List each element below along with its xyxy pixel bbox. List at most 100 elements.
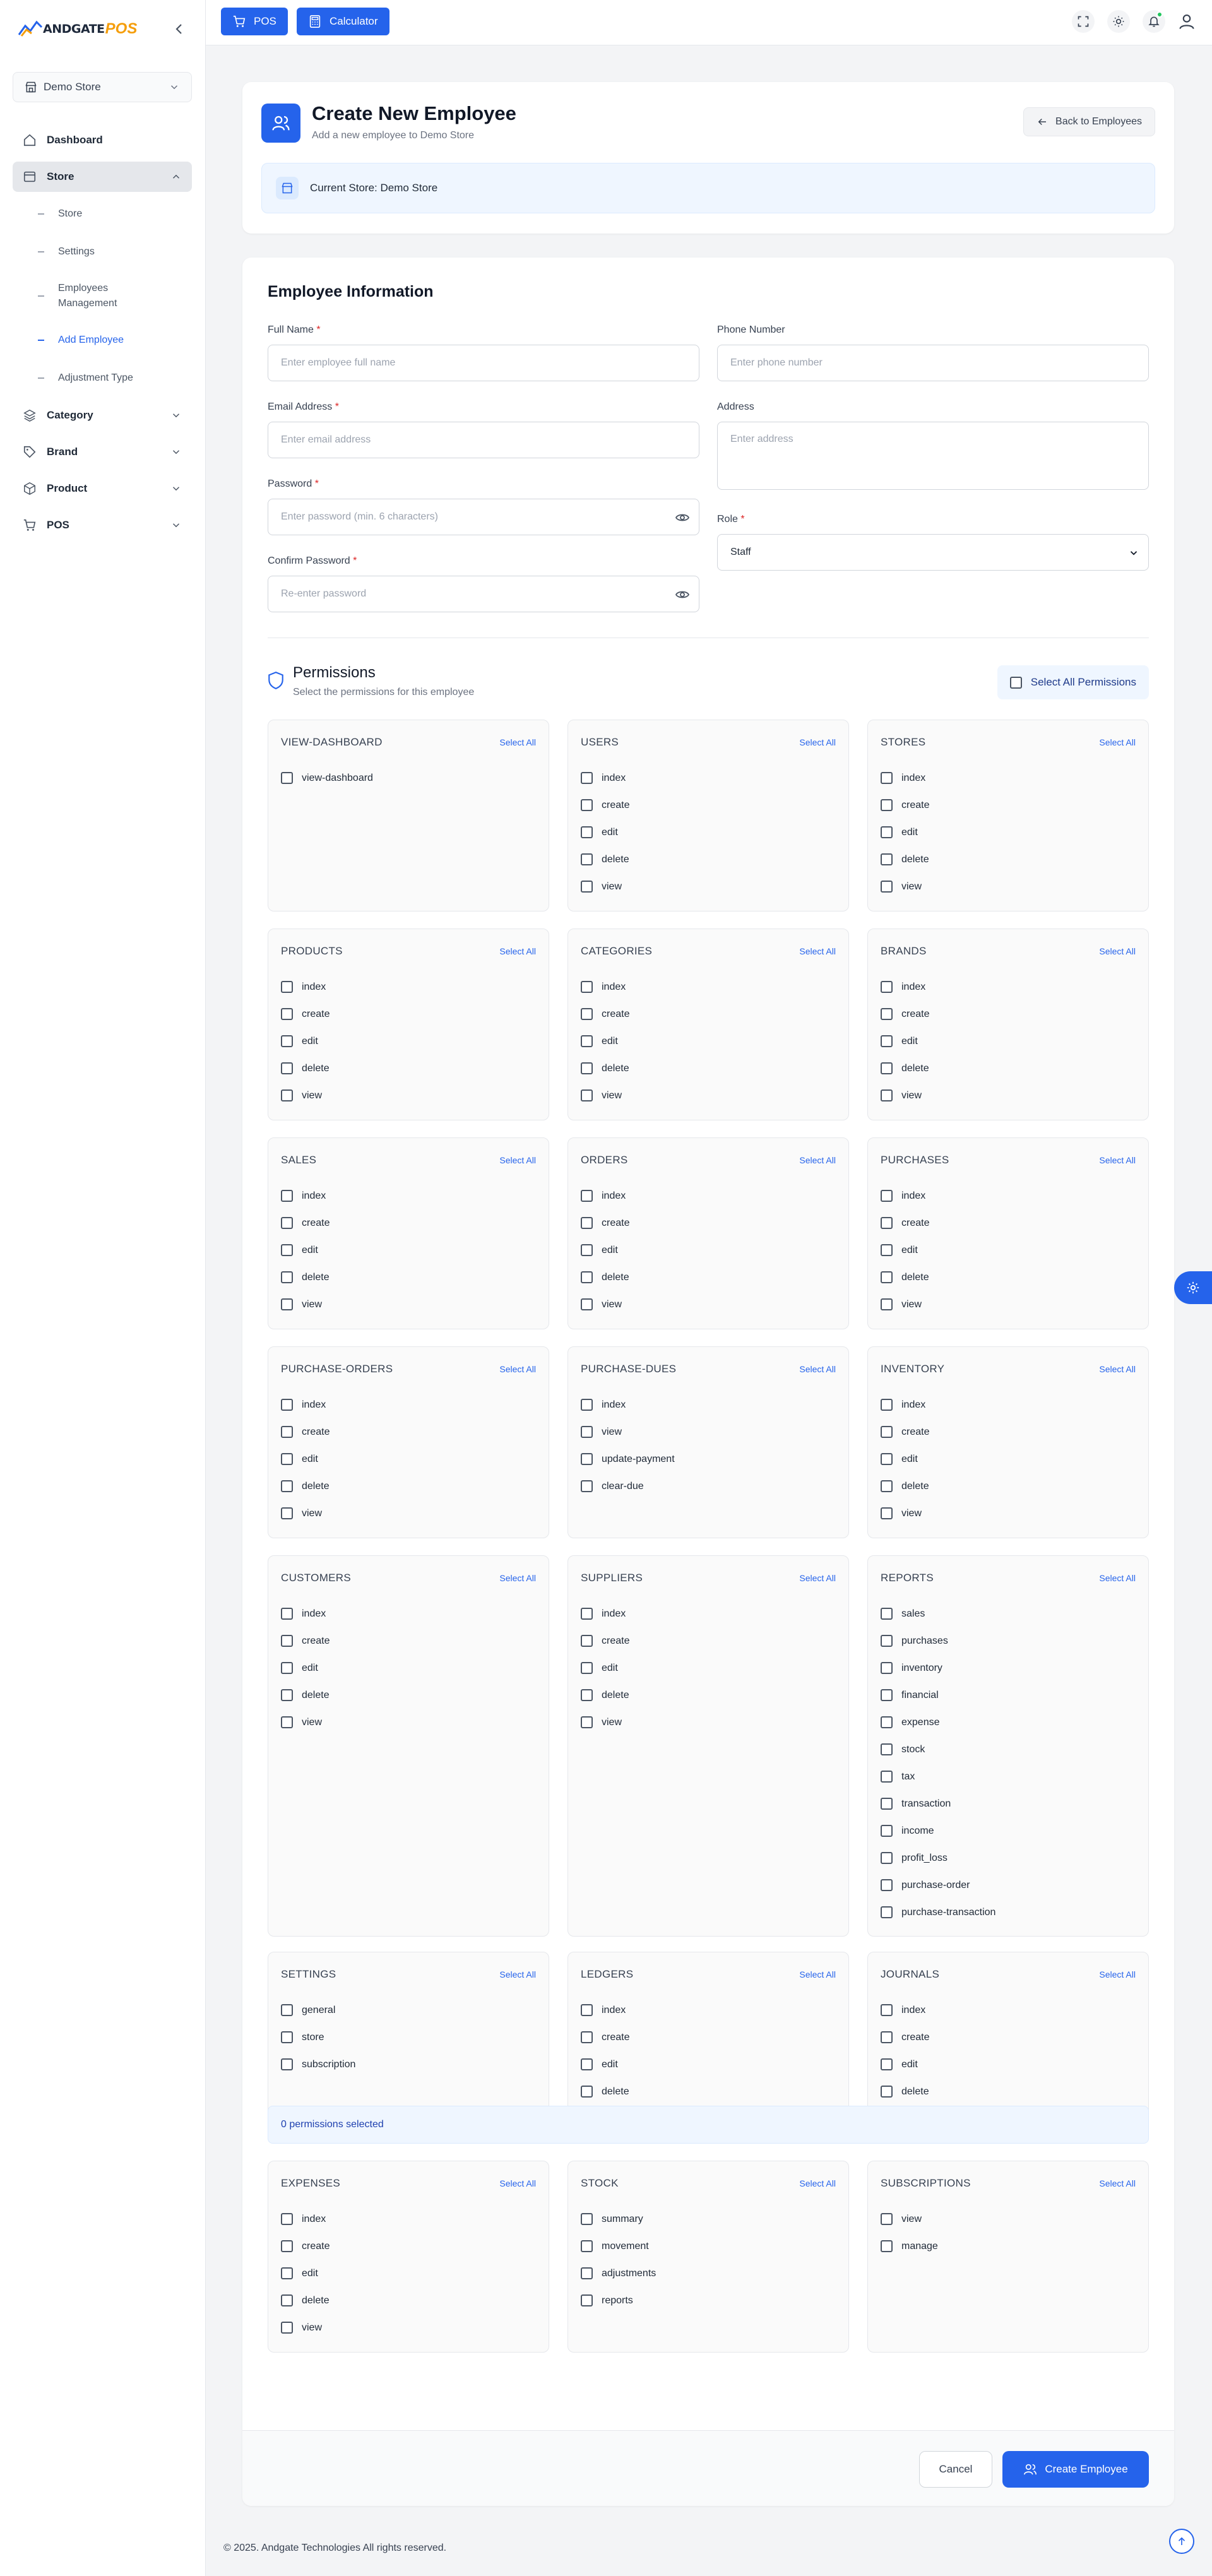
permission-item[interactable]: edit [268,1237,549,1264]
checkbox[interactable] [281,1089,293,1101]
notifications-button[interactable] [1143,10,1165,33]
permission-item[interactable]: create [868,1418,1148,1445]
checkbox[interactable] [881,853,893,865]
settings-float-button[interactable] [1174,1271,1212,1304]
checkbox[interactable] [581,1035,593,1047]
permission-item[interactable]: index [568,973,848,1000]
sidebar-item-category[interactable]: Category [13,400,192,430]
permission-item[interactable]: index [868,1182,1148,1209]
checkbox[interactable] [881,1798,893,1810]
group-select-all-button[interactable]: Select All [1099,946,1136,956]
theme-toggle-button[interactable] [1107,10,1130,33]
permission-item[interactable]: edit [568,1237,848,1264]
permission-item[interactable]: edit [868,819,1148,846]
eye-icon[interactable] [675,587,690,602]
permission-item[interactable]: view [568,1291,848,1318]
checkbox[interactable] [581,1008,593,1020]
permission-item[interactable]: tax [868,1763,1148,1790]
permission-item[interactable]: delete [868,1264,1148,1291]
checkbox[interactable] [581,1190,593,1202]
fullscreen-button[interactable] [1072,10,1095,33]
permission-item[interactable]: index [568,1391,848,1418]
submenu-item-adjustment-type[interactable]: Adjustment Type [13,362,192,394]
permission-item[interactable]: view [568,1082,848,1109]
checkbox[interactable] [881,2086,893,2098]
checkbox[interactable] [581,1608,593,1620]
group-select-all-button[interactable]: Select All [1099,737,1136,747]
permission-item[interactable]: create [268,1418,549,1445]
permission-item[interactable]: purchase-transaction [868,1899,1148,1926]
permission-item[interactable]: edit [868,2051,1148,2078]
checkbox[interactable] [581,1217,593,1229]
checkbox[interactable] [881,799,893,811]
permission-item[interactable]: delete [868,1055,1148,1082]
permission-item[interactable]: delete [268,2287,549,2314]
permission-item[interactable]: index [868,973,1148,1000]
scroll-to-top-button[interactable] [1169,2529,1194,2554]
permission-item[interactable]: index [868,1997,1148,2024]
phone-input[interactable]: Enter phone number [717,345,1149,381]
checkbox[interactable] [281,1480,293,1492]
permission-item[interactable]: create [268,1627,549,1654]
sidebar-item-pos[interactable]: POS [13,510,192,540]
permission-item[interactable]: delete [268,1055,549,1082]
cancel-button[interactable]: Cancel [919,2451,992,2488]
checkbox[interactable] [581,1635,593,1647]
permission-item[interactable]: view [568,873,848,900]
sidebar-item-store[interactable]: Store [13,162,192,192]
group-select-all-button[interactable]: Select All [499,2178,536,2188]
group-select-all-button[interactable]: Select All [1099,1969,1136,1979]
group-select-all-button[interactable]: Select All [799,737,836,747]
role-select[interactable]: Staff [717,534,1149,571]
permission-item[interactable]: index [868,1391,1148,1418]
permission-item[interactable]: delete [568,1682,848,1709]
checkbox[interactable] [581,1244,593,1256]
checkbox[interactable] [281,772,293,784]
permission-item[interactable]: index [268,1391,549,1418]
permission-item[interactable]: view [868,1291,1148,1318]
checkbox[interactable] [281,2031,293,2043]
checkbox[interactable] [581,826,593,838]
permission-item[interactable]: view [268,1291,549,1318]
permission-item[interactable]: delete [568,2078,848,2105]
permission-item[interactable]: manage [868,2233,1148,2260]
group-select-all-button[interactable]: Select All [499,946,536,956]
checkbox[interactable] [881,1635,893,1647]
checkbox[interactable] [281,2294,293,2306]
checkbox[interactable] [581,799,593,811]
checkbox[interactable] [881,1298,893,1310]
checkbox[interactable] [581,2058,593,2070]
checkbox[interactable] [281,2240,293,2252]
checkbox[interactable] [281,2322,293,2334]
permission-item[interactable]: clear-due [568,1473,848,1500]
checkbox[interactable] [281,1662,293,1674]
checkbox[interactable] [881,1879,893,1891]
permission-item[interactable]: financial [868,1682,1148,1709]
store-selector[interactable]: Demo Store [13,72,192,102]
checkbox[interactable] [1009,676,1022,689]
checkbox[interactable] [281,1217,293,1229]
checkbox[interactable] [581,981,593,993]
checkbox[interactable] [281,2004,293,2016]
permission-item[interactable]: delete [868,1473,1148,1500]
permission-item[interactable]: sales [868,1600,1148,1627]
permission-item[interactable]: delete [568,1055,848,1082]
permission-item[interactable]: create [568,1627,848,1654]
permission-item[interactable]: subscription [268,2051,549,2078]
checkbox[interactable] [881,1689,893,1701]
submenu-item-add-employee[interactable]: Add Employee [13,324,192,356]
checkbox[interactable] [881,1507,893,1519]
sidebar-item-dashboard[interactable]: Dashboard [13,125,192,155]
checkbox[interactable] [581,1480,593,1492]
permission-item[interactable]: purchase-order [868,1872,1148,1899]
checkbox[interactable] [881,1852,893,1864]
checkbox[interactable] [881,1217,893,1229]
checkbox[interactable] [881,1062,893,1074]
checkbox[interactable] [881,2058,893,2070]
checkbox[interactable] [581,2294,593,2306]
checkbox[interactable] [881,1008,893,1020]
checkbox[interactable] [281,1271,293,1283]
checkbox[interactable] [881,2031,893,2043]
permission-item[interactable]: index [268,1600,549,1627]
permission-item[interactable]: edit [268,1654,549,1682]
